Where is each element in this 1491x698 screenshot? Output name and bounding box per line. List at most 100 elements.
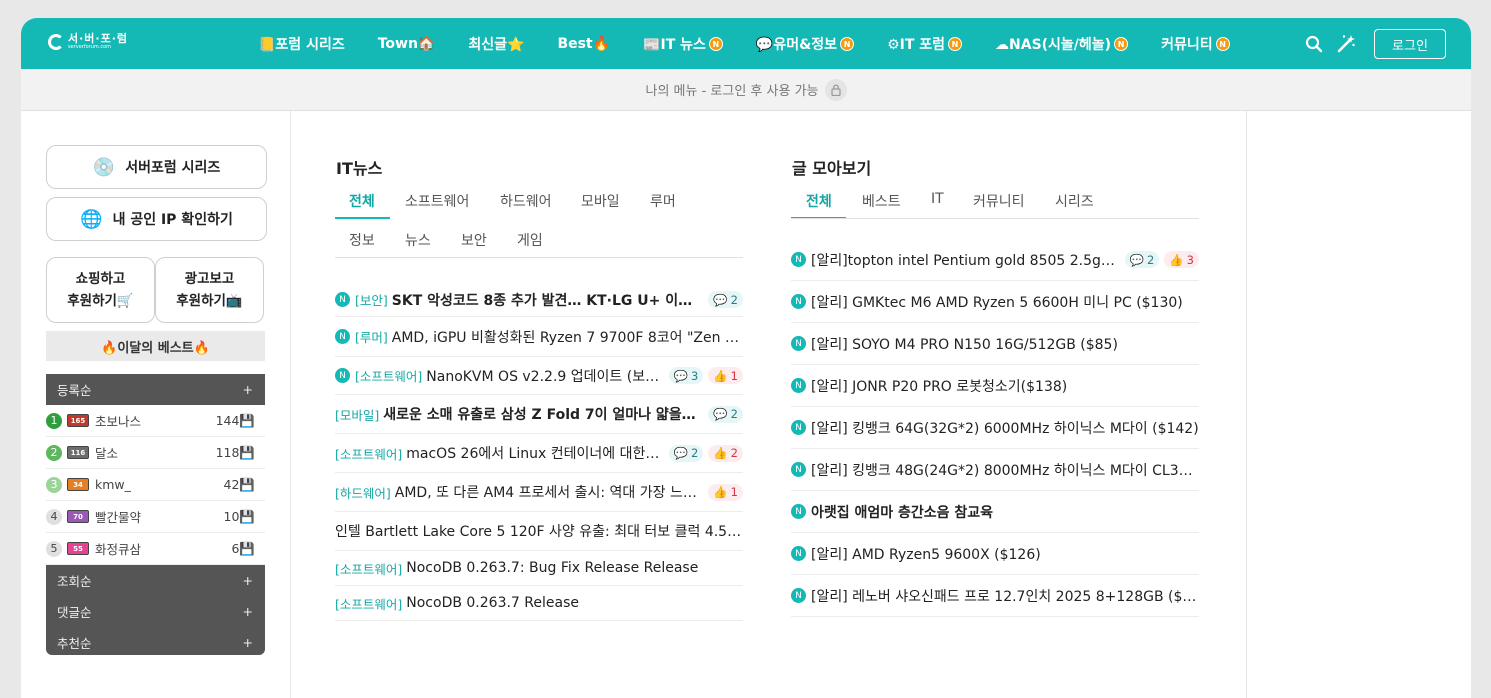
category-tag[interactable]: [소프트웨어] [335,444,402,463]
list-item[interactable]: [소프트웨어] NocoDB 0.263.7: Bug Fix Release R… [335,551,743,586]
tab-1[interactable]: 베스트 [862,191,901,211]
nav-link[interactable]: Town🏠 [378,36,436,52]
post-title[interactable]: [알리] SOYO M4 PRO N150 16G/512GB ($85) [811,334,1199,354]
list-item[interactable]: N [알리] SOYO M4 PRO N150 16G/512GB ($85) [791,323,1199,365]
rank-group-recommend[interactable]: 추천순 + [46,627,265,655]
like-count-value: 1 [730,368,738,383]
tab-3[interactable]: 커뮤니티 [973,191,1025,211]
post-title[interactable]: [알리]topton intel Pentium gold 8505 2.5g … [811,250,1119,270]
category-tag[interactable]: [하드웨어] [335,483,391,502]
like-count: 👍 1 [708,367,743,384]
list-item[interactable]: N [보안] SKT 악성코드 8종 추가 발견… KT·LG U+ 이상무 💬 2 [335,283,743,317]
list-item[interactable]: N [소프트웨어] NanoKVM OS v2.2.9 업데이트 (보… 💬 3 👍 1 [335,357,743,395]
nav-link[interactable]: 💬유머&정보 N [756,34,855,54]
post-title[interactable]: NocoDB 0.263.7: Bug Fix Release Release [406,560,743,576]
tab-0[interactable]: 전체 [349,191,375,211]
rank-group-registered[interactable]: 등록순 + [46,374,265,405]
tab-2[interactable]: 하드웨어 [500,191,552,211]
post-title[interactable]: 새로운 소매 유출로 삼성 Z Fold 7이 얼마나 얇을지 … [383,404,702,424]
post-title[interactable]: [알리] 킹뱅크 64G(32G*2) 6000MHz 하이닉스 M다이 ($1… [811,418,1199,438]
list-item[interactable]: N 아랫집 애엄마 층간소음 참교육 [791,491,1199,533]
tab-4[interactable]: 시리즈 [1055,191,1094,211]
list-item[interactable]: 인텔 Bartlett Lake Core 5 120F 사양 유출: 최대 터… [335,512,743,551]
post-title[interactable]: NanoKVM OS v2.2.9 업데이트 (보… [426,366,662,386]
post-title[interactable]: SKT 악성코드 8종 추가 발견… KT·LG U+ 이상무 [392,290,703,310]
tab-0[interactable]: 전체 [806,191,832,211]
nav-link[interactable]: 📒포럼 시리즈 [258,34,345,54]
nav-link[interactable]: Best🔥 [557,36,610,52]
tab-1[interactable]: 소프트웨어 [405,191,469,211]
post-title[interactable]: [알리] 킹뱅크 48G(24G*2) 8000MHz 하이닉스 M다이 CL3… [811,460,1199,480]
post-title[interactable]: NocoDB 0.263.7 Release [406,595,743,611]
member-name[interactable]: kmw_ [95,477,224,492]
magic-wand-icon[interactable] [1336,34,1356,54]
list-item[interactable]: N [알리] JONR P20 PRO 로봇청소기($138) [791,365,1199,407]
rank-group-label: 추천순 [57,636,92,651]
list-item[interactable]: N [알리] 킹뱅크 64G(32G*2) 6000MHz 하이닉스 M다이 ($… [791,407,1199,449]
member-name[interactable]: 달소 [95,443,216,462]
search-icon[interactable] [1304,34,1324,54]
ranking-row[interactable]: 2 116 달소 118 💾 [46,437,265,469]
list-item[interactable]: [모바일] 새로운 소매 유출로 삼성 Z Fold 7이 얼마나 얇을지 … 💬 2 [335,395,743,434]
tab-2[interactable]: IT [931,191,944,207]
member-name[interactable]: 빨간물약 [95,507,224,526]
ranking-row[interactable]: 4 70 빨간물약 10 💾 [46,501,265,533]
tab-11[interactable]: 뉴스 [405,230,431,250]
nav-link[interactable]: 📰IT 뉴스 N [643,34,723,54]
forum-series-button[interactable]: 💿 서버포럼 시리즈 [46,145,267,189]
rank-number: 5 [46,540,62,557]
post-title[interactable]: 아랫집 애엄마 층간소음 참교육 [811,502,1199,522]
post-title[interactable]: 인텔 Bartlett Lake Core 5 120F 사양 유출: 최대 터… [335,521,743,541]
category-tag[interactable]: [소프트웨어] [335,594,402,613]
ad-support-line1: 광고보고 [184,271,235,287]
site-logo[interactable]: 서·버·포·럼 serverforum.com [48,33,128,50]
list-item[interactable]: N [알리]topton intel Pentium gold 8505 2.5g… [791,239,1199,281]
category-tag[interactable]: [루머] [355,327,388,346]
category-tag[interactable]: [모바일] [335,405,379,424]
level-badge-icon: 34 [67,478,89,491]
post-title[interactable]: [알리] GMKtec M6 AMD Ryzen 5 6600H 미니 PC (… [811,292,1199,312]
list-item[interactable]: N [알리] 레노버 샤오신패드 프로 12.7인치 2025 8+128GB (… [791,575,1199,617]
nav-link[interactable]: 커뮤니티 N [1161,34,1230,54]
list-item[interactable]: N [루머] AMD, iGPU 비활성화된 Ryzen 7 9700F 8코어 "… [335,317,743,357]
category-tag[interactable]: [소프트웨어] [335,559,402,578]
comment-count-value: 2 [691,446,699,460]
category-tag[interactable]: [소프트웨어] [355,366,422,385]
ranking-row[interactable]: 3 34 kmw_ 42 💾 [46,469,265,501]
nav-link[interactable]: ⚙IT 포럼 N [887,34,963,54]
list-item[interactable]: N [알리] AMD Ryzen5 9600X ($126) [791,533,1199,575]
list-item[interactable]: [소프트웨어] macOS 26에서 Linux 컨테이너에 대한 … 💬 2 👍 2 [335,434,743,473]
category-tag[interactable]: [보안] [355,290,388,309]
list-item[interactable]: N [알리] 킹뱅크 48G(24G*2) 8000MHz 하이닉스 M다이 CL… [791,449,1199,491]
post-title[interactable]: [알리] 레노버 샤오신패드 프로 12.7인치 2025 8+128GB ($… [811,586,1199,606]
check-ip-button[interactable]: 🌐 내 공인 IP 확인하기 [46,197,267,241]
forum-series-label: 서버포럼 시리즈 [125,160,221,176]
ranking-row[interactable]: 1 165 초보나스 144 💾 [46,405,265,437]
ranking-row[interactable]: 5 55 화정큐삼 6 💾 [46,533,265,565]
nav-link[interactable]: 최신글⭐ [468,34,524,54]
shop-support-button[interactable]: 쇼핑하고 후원하기🛒 [46,257,155,323]
nav-link[interactable]: ☁NAS(시놀/헤놀) N [995,34,1129,54]
post-title[interactable]: [알리] JONR P20 PRO 로봇청소기($138) [811,376,1199,396]
ad-support-button[interactable]: 광고보고 후원하기📺 [155,257,264,323]
tab-10[interactable]: 정보 [349,230,375,250]
post-title[interactable]: AMD, 또 다른 AM4 프로세서 출시: 역대 가장 느… [395,482,704,502]
list-item[interactable]: N [알리] GMKtec M6 AMD Ryzen 5 6600H 미니 PC … [791,281,1199,323]
tab-3[interactable]: 모바일 [581,191,620,211]
tab-13[interactable]: 게임 [517,230,543,250]
comment-icon: 💬 [1129,252,1145,267]
login-button[interactable]: 로그인 [1374,29,1446,59]
post-title[interactable]: AMD, iGPU 비활성화된 Ryzen 7 9700F 8코어 "Zen 5… [392,327,743,347]
tab-12[interactable]: 보안 [461,230,487,250]
list-item[interactable]: [소프트웨어] NocoDB 0.263.7 Release [335,586,743,621]
nav-actions: 로그인 [1304,29,1446,59]
tab-4[interactable]: 루머 [650,191,676,211]
rank-group-comments[interactable]: 댓글순 + [46,596,265,627]
rank-group-label: 조회순 [57,574,92,589]
member-name[interactable]: 화정큐삼 [95,539,231,558]
member-name[interactable]: 초보나스 [95,411,216,430]
post-title[interactable]: macOS 26에서 Linux 컨테이너에 대한 … [406,443,662,463]
list-item[interactable]: [하드웨어] AMD, 또 다른 AM4 프로세서 출시: 역대 가장 느… 👍 1 [335,473,743,512]
rank-group-views[interactable]: 조회순 + [46,565,265,596]
post-title[interactable]: [알리] AMD Ryzen5 9600X ($126) [811,544,1199,564]
